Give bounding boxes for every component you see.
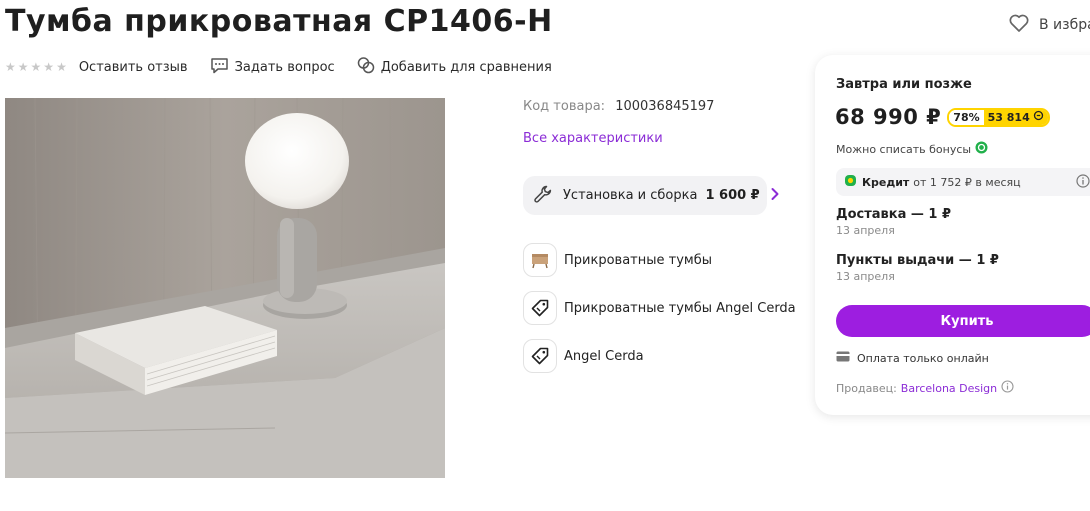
pay-online-label: Оплата только онлайн (857, 351, 989, 365)
product-actions: ★ ★ ★ ★ ★ Оставить отзыв Задать вопрос Д… (5, 56, 574, 78)
category-link-nightstands-brand[interactable]: Прикроватные тумбы Angel Cerda (523, 291, 796, 325)
category-link-nightstands[interactable]: Прикроватные тумбы (523, 243, 712, 277)
review-label: Оставить отзыв (78, 59, 188, 75)
product-code-value: 100036845197 (615, 99, 715, 114)
question-label: Задать вопрос (234, 59, 335, 75)
installation-service[interactable]: Установка и сборка 1 600 ₽ (523, 176, 779, 215)
bonus-badge[interactable]: 78% 53 814 (947, 107, 1050, 127)
tag-icon (523, 291, 557, 325)
installation-label: Установка и сборка (563, 188, 698, 203)
info-icon[interactable] (1076, 173, 1090, 191)
star-icon: ★ (43, 60, 55, 74)
product-code: Код товара: 100036845197 (523, 99, 714, 114)
installation-price: 1 600 ₽ (705, 188, 760, 203)
bonus-coin-icon (1033, 110, 1044, 124)
seller-label: Продавец: (836, 381, 897, 395)
compare-link[interactable]: Добавить для сравнения (357, 56, 552, 78)
buy-button[interactable]: Купить (836, 305, 1090, 337)
wrench-icon (533, 184, 553, 208)
delivery-title[interactable]: Доставка — 1 ₽ (836, 207, 951, 222)
category-label: Прикроватные тумбы Angel Cerda (564, 300, 796, 316)
leave-review-link[interactable]: Оставить отзыв (79, 60, 188, 75)
product-image[interactable] (5, 98, 445, 478)
category-link-brand[interactable]: Angel Cerda (523, 339, 644, 373)
compare-label: Добавить для сравнения (380, 59, 552, 75)
chevron-right-icon (770, 187, 780, 205)
credit-label: Кредит (862, 175, 910, 189)
info-icon[interactable] (1001, 380, 1014, 396)
bonus-writeoff-info: Можно списать бонусы (836, 141, 988, 157)
star-icon: ★ (5, 60, 16, 74)
product-photo-lamp-nightstand (5, 98, 445, 478)
nightstand-icon (523, 243, 557, 277)
bonus-amount: 53 814 (987, 110, 1030, 124)
page-title: Тумба прикроватная CP1406-H (5, 4, 553, 39)
heart-icon (1009, 14, 1029, 36)
ask-question-link[interactable]: Задать вопрос (210, 57, 335, 78)
pickup-date: 13 апреля (836, 270, 895, 283)
card-payment-icon (836, 351, 850, 365)
delivery-date: 13 апреля (836, 224, 895, 237)
bonus-green-icon (975, 141, 988, 157)
price-row: 68 990 ₽ 78% 53 814 (835, 105, 1050, 129)
rating-stars[interactable]: ★ ★ ★ ★ ★ (5, 58, 67, 76)
pickup-title[interactable]: Пункты выдачи — 1 ₽ (836, 253, 999, 268)
favorite-button[interactable]: В избран (1009, 14, 1090, 36)
tag-icon (523, 339, 557, 373)
pay-online-note: Оплата только онлайн (836, 351, 989, 365)
delivery-when: Завтра или позже (836, 77, 972, 92)
bonus-percent: 78% (949, 109, 984, 125)
seller-name-link[interactable]: Barcelona Design (901, 382, 997, 395)
credit-offer[interactable]: Кредит от 1 752 ₽ в месяц (836, 168, 1090, 196)
compare-icon (357, 56, 375, 78)
product-code-label: Код товара: (523, 99, 606, 114)
bonus-amount-box: 53 814 (983, 109, 1048, 125)
star-icon: ★ (56, 60, 67, 74)
bonus-writeoff-label: Можно списать бонусы (836, 142, 972, 156)
all-characteristics-link[interactable]: Все характеристики (523, 131, 663, 146)
chat-icon (210, 57, 229, 78)
category-label: Прикроватные тумбы (564, 252, 712, 268)
credit-icon (844, 174, 857, 190)
price: 68 990 ₽ (835, 105, 942, 129)
favorite-label: В избран (1039, 17, 1090, 33)
star-icon: ★ (30, 60, 42, 74)
seller-info: Продавец: Barcelona Design (836, 380, 1014, 396)
credit-text: от 1 752 ₽ в месяц (913, 175, 1021, 189)
star-icon: ★ (17, 60, 29, 74)
category-label: Angel Cerda (564, 348, 644, 364)
purchase-card: Завтра или позже 68 990 ₽ 78% 53 814 Мож… (815, 55, 1090, 415)
